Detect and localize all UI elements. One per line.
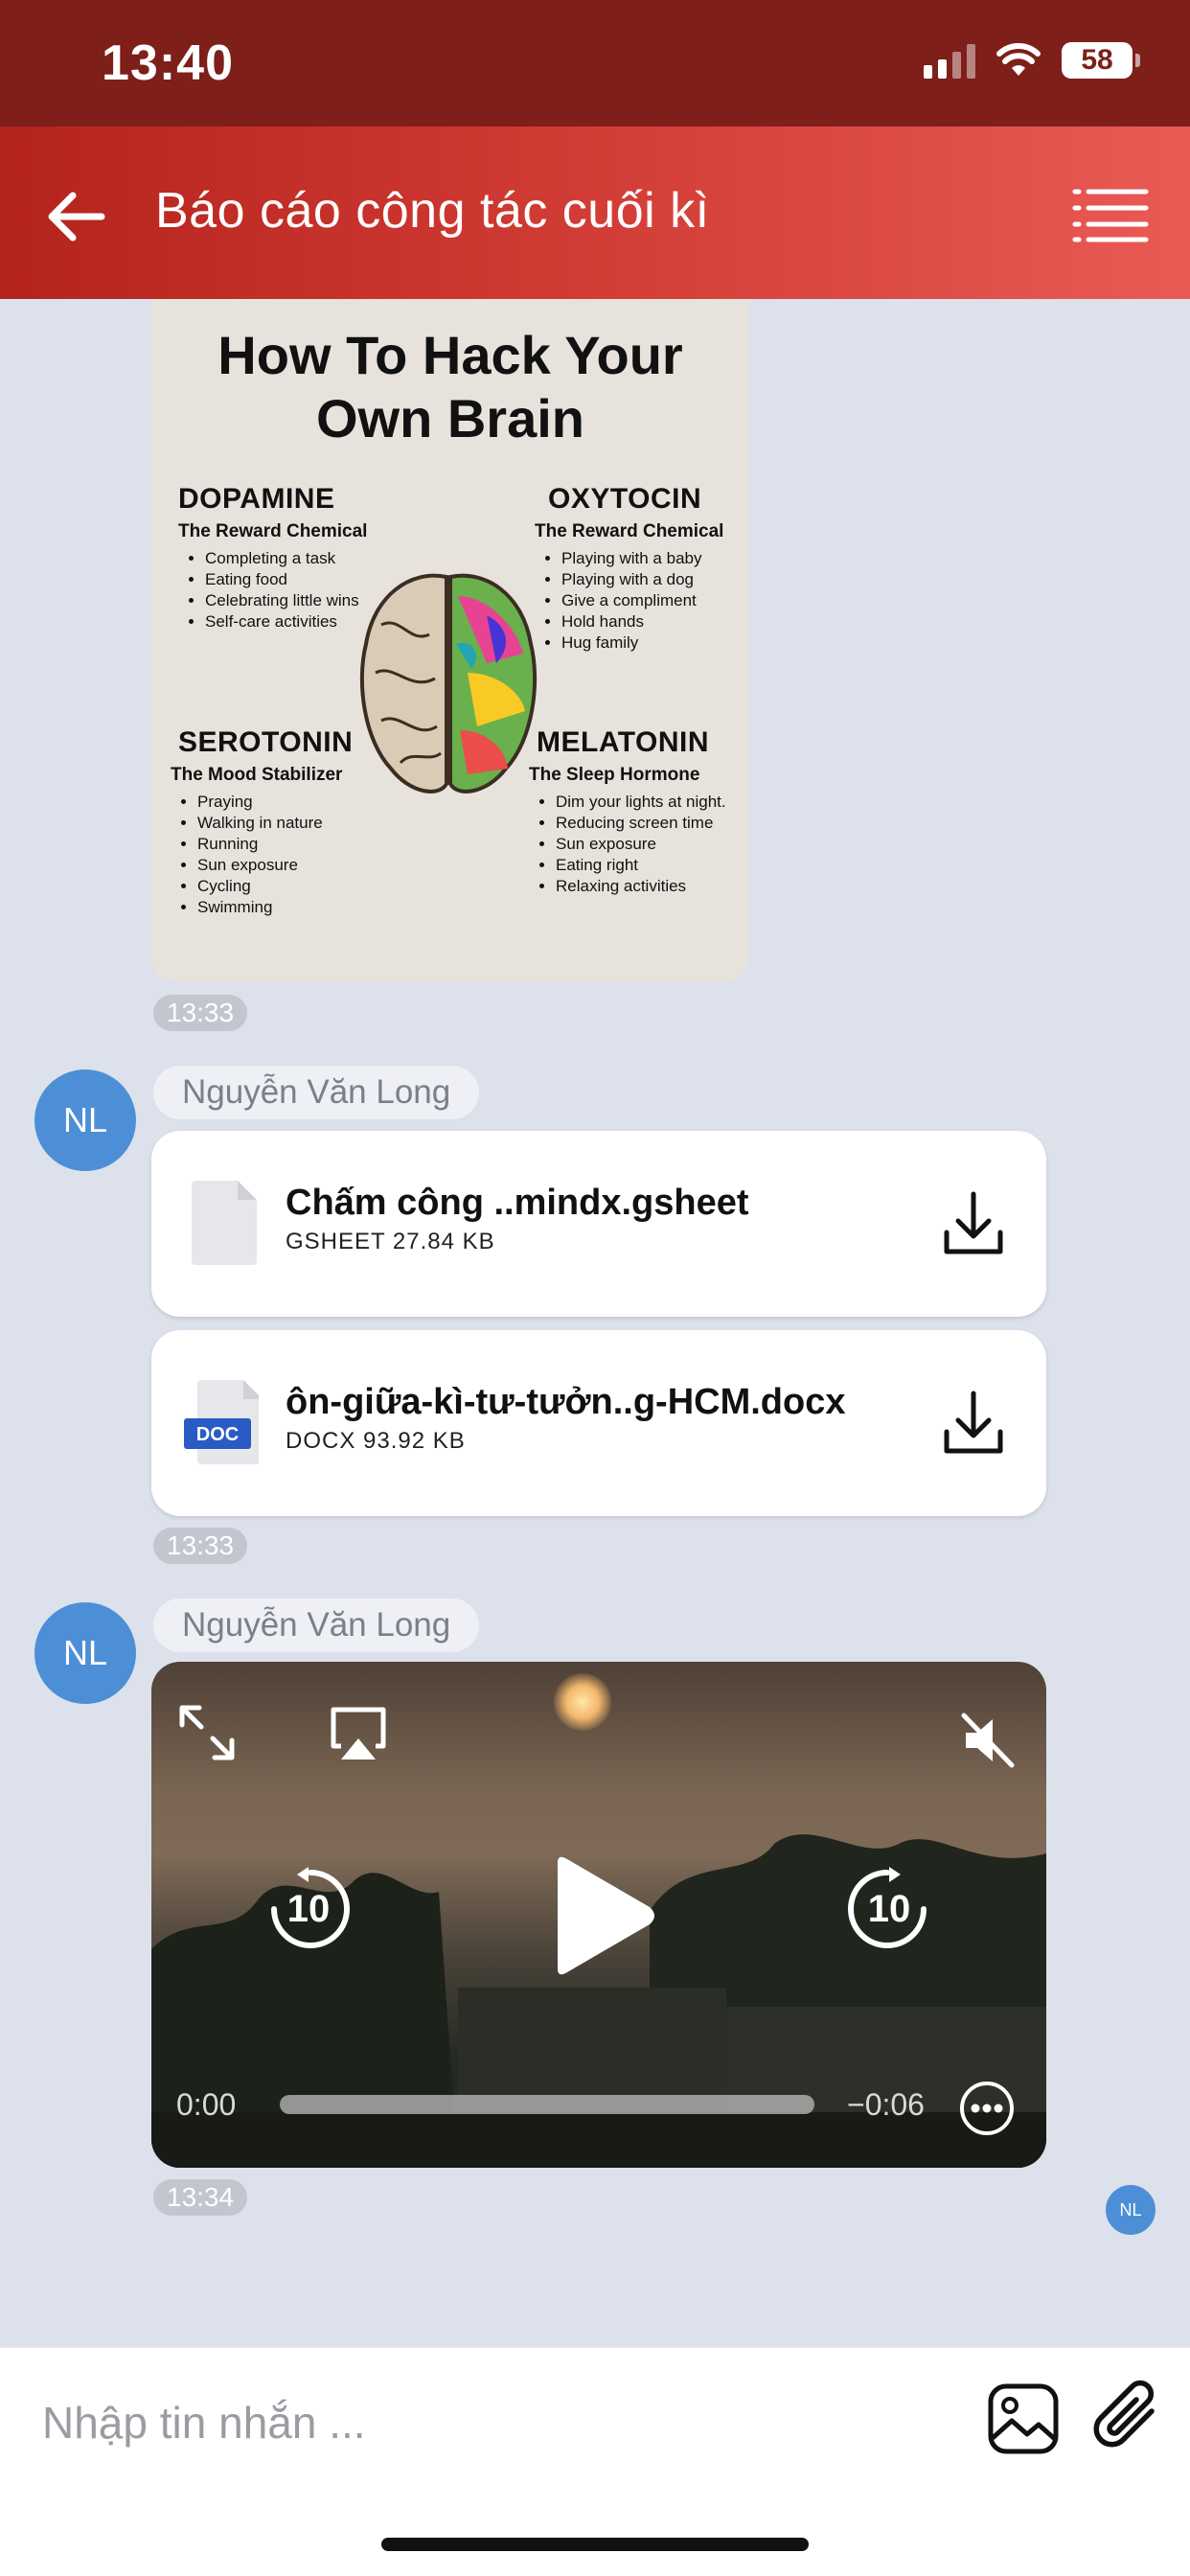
fullscreen-icon[interactable] (176, 1702, 238, 1763)
section-name: OXYTOCIN (548, 483, 702, 515)
forward-10-button[interactable]: 10 (845, 1865, 933, 1953)
paperclip-icon[interactable] (1087, 2377, 1169, 2459)
video-scrubber[interactable] (280, 2095, 814, 2114)
status-time: 13:40 (102, 35, 234, 91)
back-arrow-icon[interactable] (38, 178, 115, 255)
muted-speaker-icon[interactable] (958, 1712, 1018, 1769)
video-remaining-time: −0:06 (847, 2087, 925, 2122)
play-icon[interactable] (544, 1853, 659, 1978)
brain-illustration (359, 573, 538, 794)
list-item: Give a compliment (561, 590, 745, 611)
file-meta: DOCX 93.92 KB (286, 1428, 466, 1454)
blank-file-icon (192, 1181, 257, 1265)
file-name: Chấm công ..mindx.gsheet (286, 1183, 749, 1223)
list-item: Relaxing activities (556, 876, 745, 897)
message-list[interactable]: How To Hack Your Own Brain DOPAMINE The … (0, 299, 1190, 2346)
download-icon[interactable] (943, 1390, 1004, 1457)
sender-avatar[interactable]: NL (34, 1070, 136, 1171)
chat-header: Báo cáo công tác cuối kì (0, 126, 1190, 299)
list-item: Running (197, 834, 391, 855)
file-meta: GSHEET 27.84 KB (286, 1229, 495, 1254)
cellular-signal-icon (924, 42, 975, 79)
conversation-title: Báo cáo công tác cuối kì (155, 183, 710, 239)
status-bar: 13:40 58 (0, 0, 1190, 126)
battery-icon: 58 (1062, 42, 1140, 79)
message-time: 13:33 (153, 995, 248, 1031)
video-elapsed-time: 0:00 (176, 2087, 237, 2122)
list-item: Swimming (197, 897, 391, 918)
list-item: Playing with a dog (561, 569, 745, 590)
rewind-10-button[interactable]: 10 (264, 1865, 353, 1953)
menu-list-icon[interactable] (1071, 186, 1150, 243)
message-input[interactable] (42, 2392, 904, 2453)
svg-text:DOC: DOC (196, 1424, 239, 1445)
rewind-seconds-label: 10 (286, 1888, 331, 1930)
image-message[interactable]: How To Hack Your Own Brain DOPAMINE The … (151, 299, 749, 981)
video-player[interactable]: 10 10 0:00 −0:06 (151, 1662, 1046, 2168)
message-time: 13:34 (153, 2179, 248, 2216)
doc-file-icon: DOC (184, 1380, 259, 1464)
section-name: MELATONIN (537, 726, 710, 758)
list-item: Sun exposure (556, 834, 745, 855)
list-item: Walking in nature (197, 813, 391, 834)
wifi-icon (996, 43, 1041, 76)
list-item: Eating right (556, 855, 745, 876)
composer-bar (0, 2346, 1190, 2576)
list-item: Cycling (197, 876, 391, 897)
list-item: Hug family (561, 632, 745, 654)
status-icons: 58 (924, 42, 1140, 79)
list-item: Playing with a baby (561, 548, 745, 569)
section-subtitle: The Reward Chemical (178, 521, 368, 541)
list-item: Reducing screen time (556, 813, 745, 834)
forward-seconds-label: 10 (867, 1888, 911, 1930)
image-gallery-icon[interactable] (987, 2382, 1060, 2455)
section-name: DOPAMINE (178, 483, 335, 515)
section-subtitle: The Reward Chemical (535, 521, 724, 541)
home-indicator (381, 2538, 809, 2551)
oxytocin-section: OXYTOCIN The Reward Chemical Playing wit… (535, 483, 745, 654)
melatonin-section: MELATONIN The Sleep Hormone Dim your lig… (529, 726, 745, 897)
airplay-icon[interactable] (328, 1706, 389, 1763)
file-name: ôn-giữa-kì-tư-tưởn..g-HCM.docx (286, 1382, 846, 1422)
sender-avatar[interactable]: NL (34, 1602, 136, 1704)
list-item: Sun exposure (197, 855, 391, 876)
sender-name: Nguyễn Văn Long (153, 1066, 480, 1119)
sender-name: Nguyễn Văn Long (153, 1598, 480, 1652)
message-time: 13:33 (153, 1528, 248, 1564)
image-title: How To Hack Your Own Brain (217, 325, 683, 448)
list-item: Dim your lights at night. (556, 792, 745, 813)
file-attachment[interactable]: Chấm công ..mindx.gsheet GSHEET 27.84 KB (151, 1131, 1046, 1317)
download-icon[interactable] (943, 1190, 1004, 1257)
more-options-icon[interactable] (960, 2082, 1014, 2135)
file-attachment[interactable]: DOC ôn-giữa-kì-tư-tưởn..g-HCM.docx DOCX … (151, 1330, 1046, 1516)
read-receipt-avatar: NL (1106, 2185, 1156, 2235)
ellipsis-icon (971, 2104, 1003, 2113)
section-subtitle: The Sleep Hormone (529, 765, 700, 785)
list-item: Hold hands (561, 611, 745, 632)
